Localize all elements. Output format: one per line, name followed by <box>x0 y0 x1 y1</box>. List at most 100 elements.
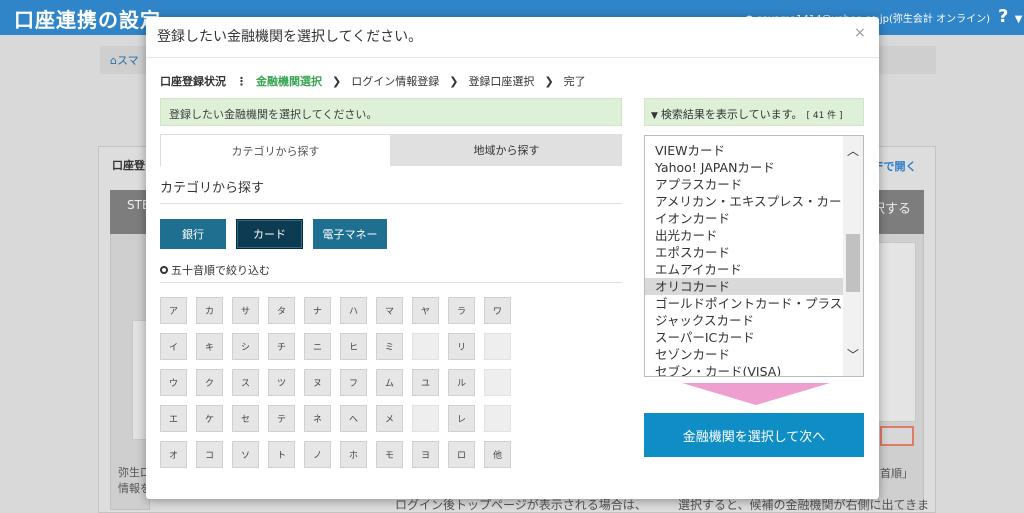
dialog-title: 登録したい金融機関を選択してください。 <box>157 29 423 45</box>
kana-filter-button[interactable]: ハ <box>340 297 367 324</box>
kana-filter-button[interactable]: ロ <box>448 441 475 468</box>
list-item[interactable]: エポスカード <box>645 244 843 261</box>
select-and-next-button[interactable]: 金融機関を選択して次へ <box>644 413 864 457</box>
kana-filter-text: 五十音順で絞り込む <box>171 264 270 277</box>
kana-filter-button[interactable]: マ <box>376 297 403 324</box>
scroll-up-icon[interactable]: ︿ <box>843 144 863 158</box>
kana-empty-cell <box>484 369 511 396</box>
kana-filter-button[interactable]: ワ <box>484 297 511 324</box>
help-button[interactable]: ? ▼ <box>998 6 1022 27</box>
kana-filter-button[interactable]: テ <box>268 405 295 432</box>
category-emoney-button[interactable]: 電子マネー <box>313 219 387 249</box>
kana-filter-button[interactable]: ア <box>160 297 187 324</box>
kana-filter-button[interactable]: エ <box>160 405 187 432</box>
list-item[interactable]: スーパーICカード <box>645 329 843 346</box>
tab-category[interactable]: カテゴリから探す <box>160 134 391 166</box>
category-bank-button[interactable]: 銀行 <box>160 219 226 249</box>
tab-region[interactable]: 地域から探す <box>391 134 622 166</box>
chevron-right-icon: ❯ <box>544 74 554 88</box>
kana-filter-button[interactable]: ク <box>196 369 223 396</box>
kana-filter-button[interactable]: ム <box>376 369 403 396</box>
kana-filter-button[interactable]: ヒ <box>340 333 367 360</box>
select-institution-dialog: 登録したい金融機関を選択してください。 × 口座登録状況 ⋮ 金融機関選択 ❯ … <box>146 17 879 499</box>
kana-filter-button[interactable]: フ <box>340 369 367 396</box>
kana-filter-button[interactable]: ト <box>268 441 295 468</box>
kana-filter-button[interactable]: 他 <box>484 441 511 468</box>
kana-empty-cell <box>412 405 439 432</box>
kana-filter-button[interactable]: コ <box>196 441 223 468</box>
section-divider <box>160 203 622 204</box>
kana-filter-button[interactable]: ミ <box>376 333 403 360</box>
kana-filter-button[interactable]: ウ <box>160 369 187 396</box>
breadcrumb-link[interactable]: ⌂スマ <box>110 52 139 68</box>
kana-empty-cell <box>484 333 511 360</box>
result-banner: ▼ 検索結果を表示しています。[ 41 件 ] <box>644 98 864 126</box>
kana-filter-button[interactable]: ソ <box>232 441 259 468</box>
pdf-open-link[interactable]: Fで開く <box>876 158 917 174</box>
kana-filter-button[interactable]: ス <box>232 369 259 396</box>
kana-filter-button[interactable]: ラ <box>448 297 475 324</box>
kana-filter-button[interactable]: ル <box>448 369 475 396</box>
kana-filter-button[interactable]: キ <box>196 333 223 360</box>
scrollbar-thumb[interactable] <box>846 234 860 292</box>
thumbnail-highlight <box>880 426 914 446</box>
list-item[interactable]: VIEWカード <box>645 142 843 159</box>
list-item[interactable]: ゴールドポイントカード・プラス <box>645 295 843 312</box>
list-item[interactable]: オリコカード <box>645 278 843 295</box>
result-count: [ 41 件 ] <box>806 111 843 121</box>
kana-filter-button[interactable]: ユ <box>412 369 439 396</box>
list-item[interactable]: ジャックスカード <box>645 312 843 329</box>
step-card-left-header <box>110 190 150 234</box>
kana-filter-button[interactable]: ヤ <box>412 297 439 324</box>
list-item[interactable]: イオンカード <box>645 210 843 227</box>
kana-filter-button[interactable]: イ <box>160 333 187 360</box>
kana-filter-button[interactable]: レ <box>448 405 475 432</box>
chevron-down-icon: ▼ <box>651 111 658 121</box>
kana-filter-button[interactable]: タ <box>268 297 295 324</box>
arrow-down-icon <box>682 383 830 405</box>
panel-title: 口座登 <box>112 159 145 172</box>
kana-filter-button[interactable]: ノ <box>304 441 331 468</box>
category-card-button[interactable]: カード <box>236 219 303 249</box>
kana-filter-button[interactable]: ニ <box>304 333 331 360</box>
scroll-down-icon[interactable]: ﹀ <box>843 348 863 362</box>
step-card-right-thumbnail <box>878 242 916 422</box>
kana-filter-button[interactable]: ヘ <box>340 405 367 432</box>
kana-filter-button[interactable]: オ <box>160 441 187 468</box>
instruction-banner: 登録したい金融機関を選択してください。 <box>160 98 622 126</box>
list-item[interactable]: アメリカン・エキスプレス・カード <box>645 193 843 210</box>
close-icon[interactable]: × <box>854 25 866 41</box>
kana-filter-button[interactable]: ヌ <box>304 369 331 396</box>
kana-filter-button[interactable]: ケ <box>196 405 223 432</box>
list-item[interactable]: アプラスカード <box>645 176 843 193</box>
kana-filter-button[interactable]: ネ <box>304 405 331 432</box>
kana-filter-button[interactable]: ナ <box>304 297 331 324</box>
kana-filter-button[interactable]: ホ <box>340 441 367 468</box>
kana-filter-button[interactable]: モ <box>376 441 403 468</box>
chevron-right-icon: ❯ <box>332 74 342 88</box>
kana-filter-button[interactable]: セ <box>232 405 259 432</box>
chevron-down-icon: ▼ <box>1014 14 1023 25</box>
kana-filter-button[interactable]: シ <box>232 333 259 360</box>
institution-list: VIEWカード Yahoo! JAPANカード アプラスカード アメリカン・エキスプレ… <box>645 142 843 376</box>
circle-icon <box>160 266 168 274</box>
institution-listbox[interactable]: VIEWカード Yahoo! JAPANカード アプラスカード アメリカン・エキスプレ… <box>644 135 864 377</box>
result-text: 検索結果を表示しています。 <box>660 108 803 121</box>
kana-filter-button[interactable]: チ <box>268 333 295 360</box>
list-item[interactable]: エムアイカード <box>645 261 843 278</box>
kana-filter-button[interactable]: リ <box>448 333 475 360</box>
list-item[interactable]: Yahoo! JAPANカード <box>645 159 843 176</box>
kana-filter-button[interactable]: ツ <box>268 369 295 396</box>
kana-filter-button[interactable]: カ <box>196 297 223 324</box>
kana-filter-button[interactable]: メ <box>376 405 403 432</box>
step-card-right-text: 首順」 <box>880 467 913 480</box>
list-item[interactable]: セブン・カード(VISA) <box>645 363 843 376</box>
registration-steps: 口座登録状況 ⋮ 金融機関選択 ❯ ログイン情報登録 ❯ 登録口座選択 ❯ 完了 <box>160 73 586 89</box>
kana-filter-button[interactable]: ヨ <box>412 441 439 468</box>
step-select-account: 登録口座選択 <box>468 75 535 88</box>
list-item[interactable]: セゾンカード <box>645 346 843 363</box>
step-complete: 完了 <box>563 75 586 88</box>
listbox-scrollbar[interactable]: ︿ ﹀ <box>843 136 863 376</box>
kana-filter-button[interactable]: サ <box>232 297 259 324</box>
list-item[interactable]: 出光カード <box>645 227 843 244</box>
